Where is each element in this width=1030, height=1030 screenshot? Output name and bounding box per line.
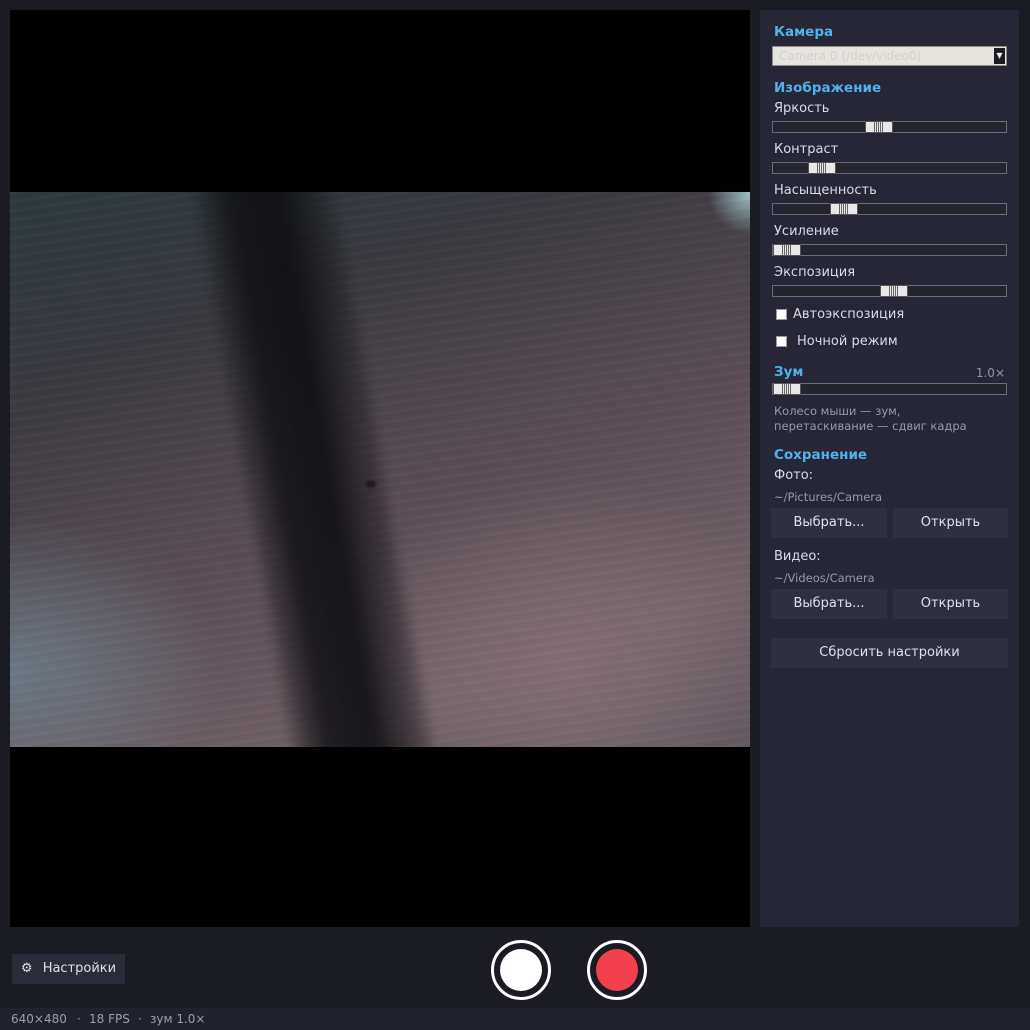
photo-shutter-icon [500,949,542,991]
gear-icon: ⚙ [20,961,33,976]
saturation-label: Насыщенность [774,183,877,198]
exposure-label: Экспозиция [774,265,856,280]
video-choose-button[interactable]: Выбрать... [771,589,887,619]
night-mode-box[interactable] [776,336,787,347]
saturation-slider[interactable] [772,203,1007,215]
auto-exposure-box[interactable] [776,309,787,320]
brightness-slider[interactable] [772,121,1007,133]
record-icon [596,949,638,991]
settings-button-label: Настройки [42,961,117,976]
video-label: Видео: [774,549,821,564]
image-section-title: Изображение [774,80,882,96]
camera-preview[interactable] [10,10,750,927]
save-section-title: Сохранение [774,447,868,463]
night-mode-checkbox[interactable]: Ночной режим [776,334,898,349]
take-photo-button[interactable] [491,940,551,1000]
zoom-value: 1.0× [975,366,1005,380]
status-resolution: 640×480 [11,1012,67,1026]
zoom-hint-line2: перетаскивание — сдвиг кадра [774,419,967,433]
video-open-button[interactable]: Открыть [893,589,1008,619]
contrast-slider[interactable] [772,162,1007,174]
camera-select[interactable]: Camera 0 (/dev/video0) ▼ [772,46,1007,66]
status-separator: · [77,1012,81,1026]
status-fps: 18 FPS [89,1012,130,1026]
gain-slider[interactable] [772,244,1007,256]
brightness-slider-handle[interactable] [865,121,893,133]
status-bar: 640×480 · 18 FPS · зум 1.0× [0,1008,1030,1030]
camera-select-value: Camera 0 (/dev/video0) [779,49,922,63]
status-separator: · [138,1012,142,1026]
photo-path: ~/Pictures/Camera [774,490,883,504]
contrast-label: Контраст [774,142,839,157]
camera-section-title: Камера [774,24,834,40]
exposure-slider-handle[interactable] [880,285,908,297]
gain-slider-handle[interactable] [773,244,801,256]
auto-exposure-checkbox[interactable]: Автоэкспозиция [776,307,904,322]
exposure-slider[interactable] [772,285,1007,297]
zoom-slider[interactable] [772,383,1007,395]
zoom-slider-handle[interactable] [773,383,801,395]
frame-spot [366,480,376,488]
auto-exposure-label: Автоэкспозиция [793,307,905,322]
video-path: ~/Videos/Camera [774,571,875,585]
gain-label: Усиление [774,224,839,239]
status-zoom: зум 1.0× [150,1012,206,1026]
contrast-slider-handle[interactable] [808,162,836,174]
record-video-button[interactable] [587,940,647,1000]
brightness-label: Яркость [774,101,830,116]
saturation-slider-handle[interactable] [830,203,858,215]
settings-button[interactable]: ⚙ Настройки [12,954,125,984]
camera-frame[interactable] [10,192,750,747]
night-mode-label: Ночной режим [797,334,898,349]
photo-open-button[interactable]: Открыть [893,508,1008,538]
reset-settings-button[interactable]: Сбросить настройки [771,638,1008,668]
zoom-hint-line1: Колесо мыши — зум, [774,404,901,418]
settings-panel: Камера Camera 0 (/dev/video0) ▼ Изображе… [760,10,1019,927]
photo-label: Фото: [774,468,814,483]
chevron-down-icon[interactable]: ▼ [994,48,1005,64]
zoom-section-title: Зум [774,364,804,380]
photo-choose-button[interactable]: Выбрать... [771,508,887,538]
